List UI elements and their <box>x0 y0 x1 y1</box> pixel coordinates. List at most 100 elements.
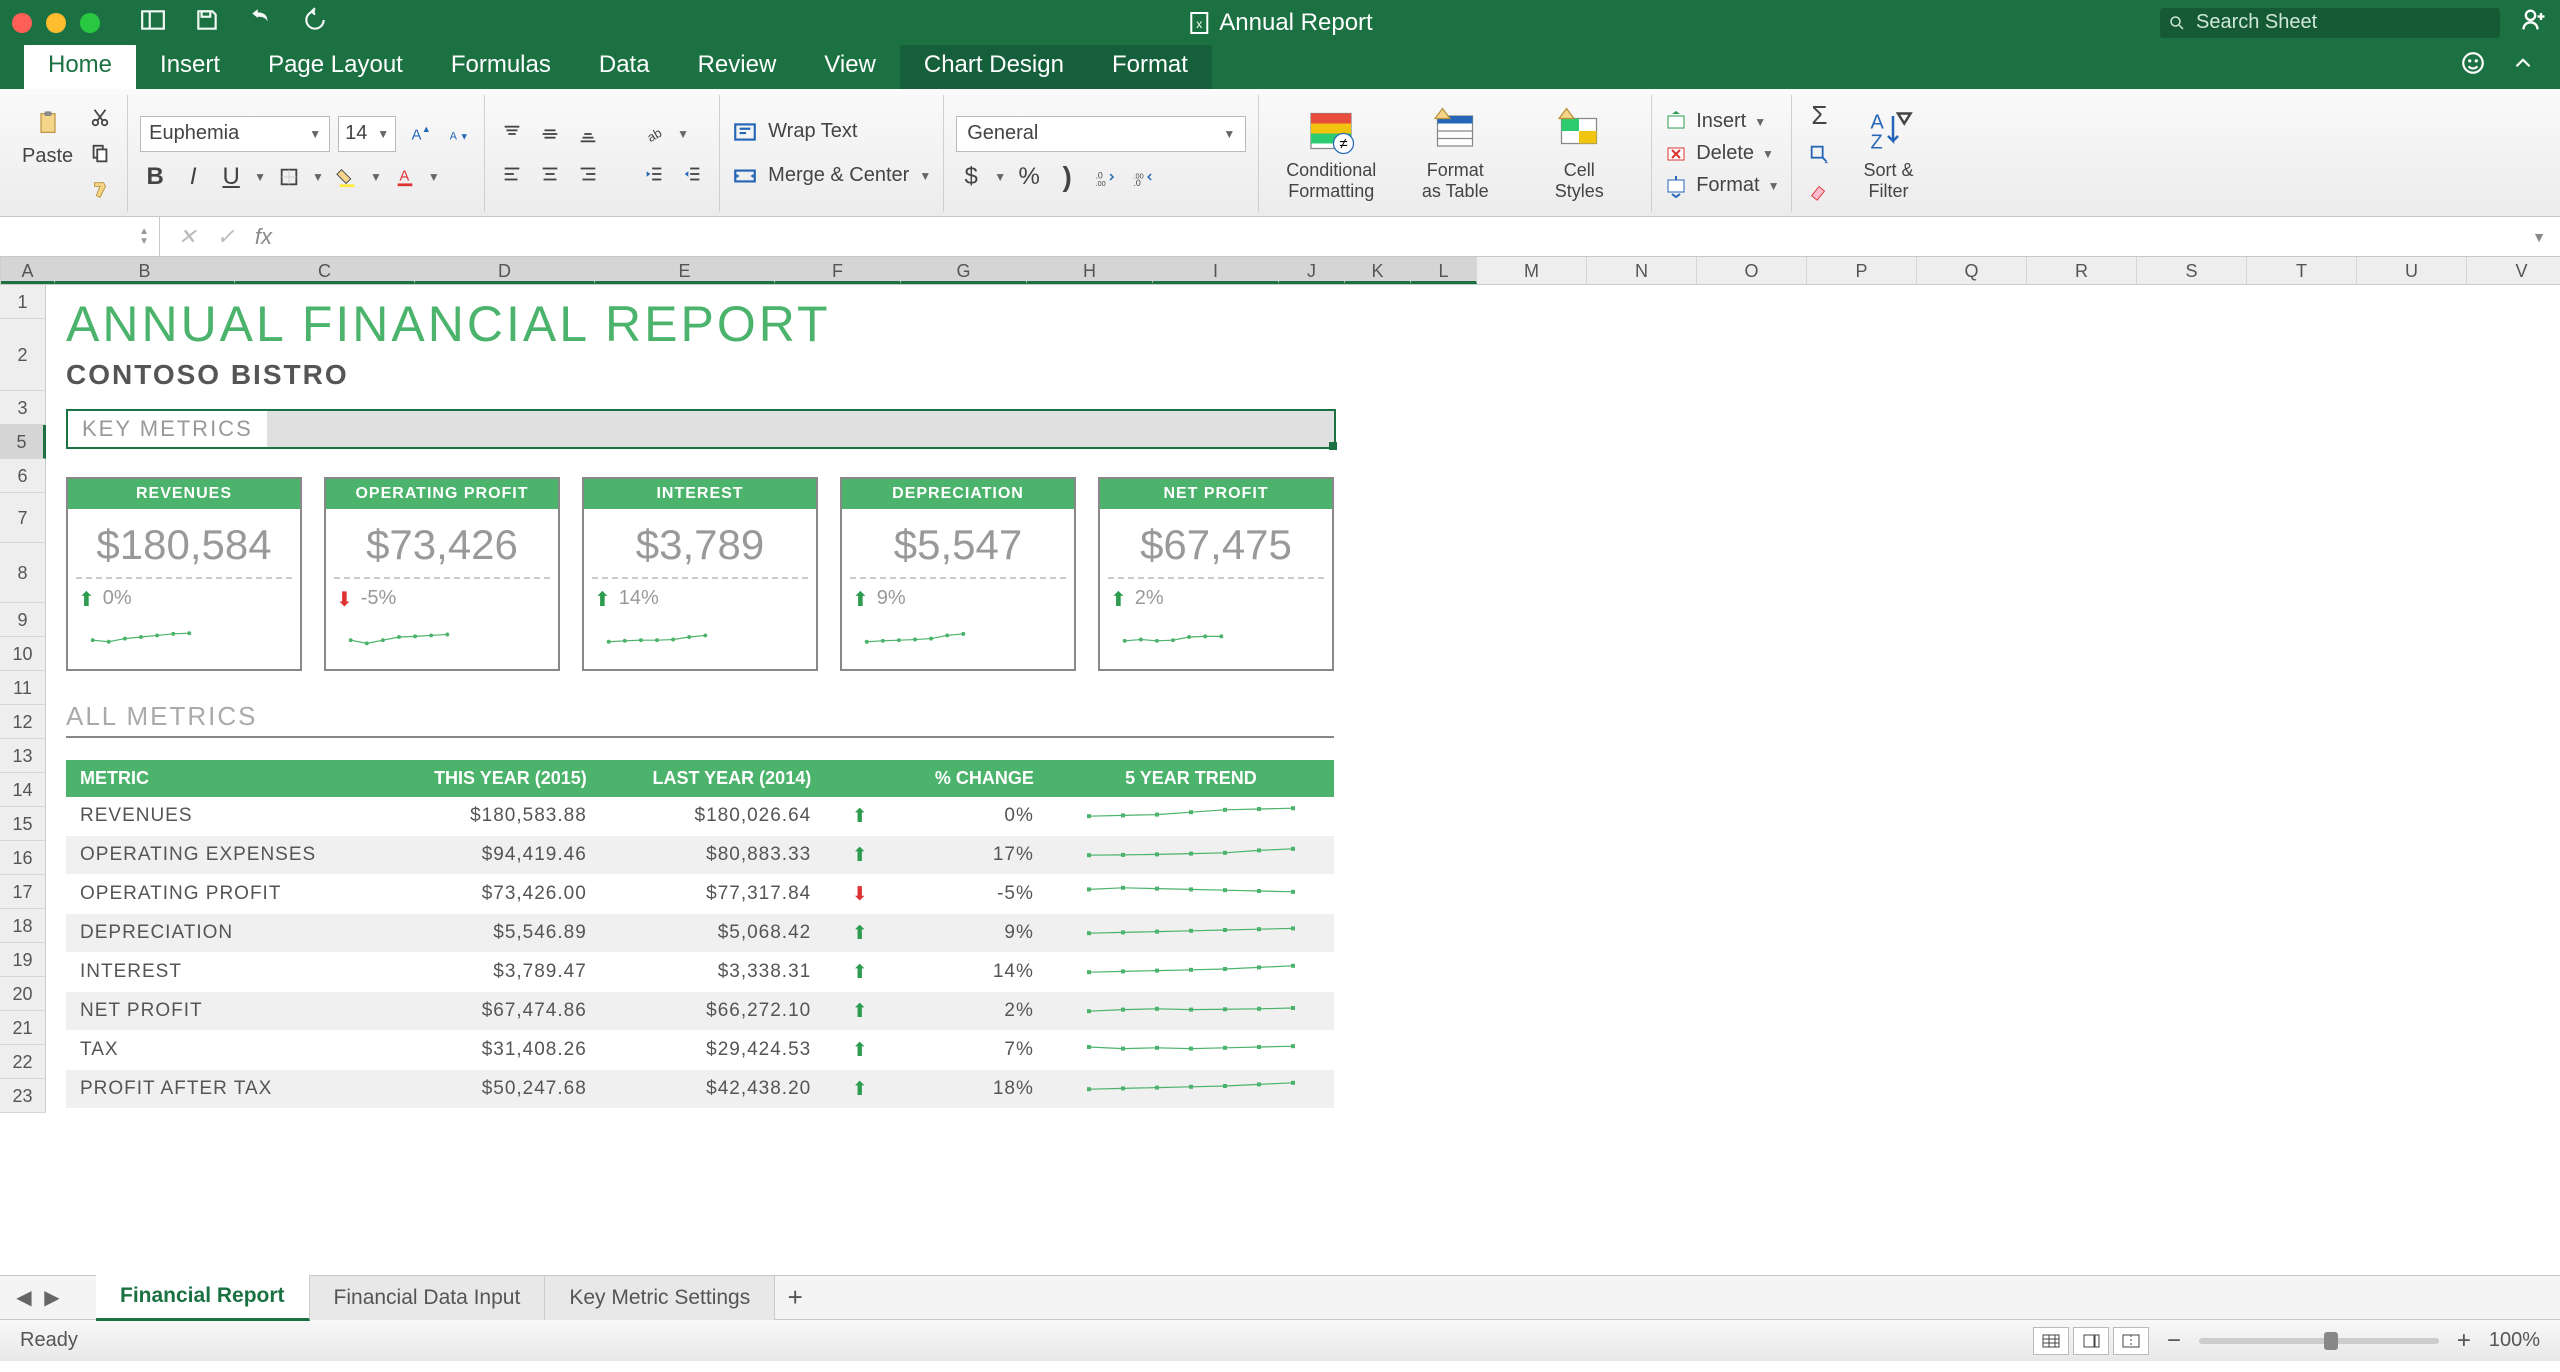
font-color-icon[interactable]: A <box>390 162 420 192</box>
tab-chart-design[interactable]: Chart Design <box>900 43 1088 89</box>
search-sheet-input[interactable] <box>2160 8 2500 38</box>
format-cells-button[interactable]: Format▼ <box>1664 174 1779 198</box>
metric-card-interest[interactable]: INTEREST $3,789 ⬆ 14% <box>582 477 818 671</box>
comma-icon[interactable]: ) <box>1052 162 1082 192</box>
row-header-23[interactable]: 23 <box>0 1079 46 1113</box>
fill-color-icon[interactable] <box>332 162 362 192</box>
tab-insert[interactable]: Insert <box>136 43 244 89</box>
add-sheet-button[interactable]: + <box>775 1282 815 1313</box>
increase-decimal-icon[interactable]: .0.00 <box>1090 162 1120 192</box>
close-window-button[interactable] <box>12 13 32 33</box>
format-as-table-button[interactable]: Format as Table <box>1395 95 1515 212</box>
row-header-14[interactable]: 14 <box>0 773 46 807</box>
column-header-I[interactable]: I <box>1153 257 1279 284</box>
expand-formula-bar-icon[interactable]: ▼ <box>2532 229 2560 245</box>
font-size-select[interactable]: 14▼ <box>338 116 396 152</box>
currency-icon[interactable]: $ <box>956 162 986 192</box>
increase-font-icon[interactable]: A▲ <box>404 119 434 149</box>
bold-icon[interactable]: B <box>140 162 170 192</box>
row-header-9[interactable]: 9 <box>0 603 46 637</box>
delete-cells-button[interactable]: Delete▼ <box>1664 142 1779 166</box>
column-header-V[interactable]: V <box>2467 257 2560 284</box>
page-layout-view-button[interactable] <box>2073 1327 2109 1355</box>
zoom-slider[interactable] <box>2199 1338 2439 1344</box>
copy-icon[interactable] <box>85 139 115 169</box>
row-header-19[interactable]: 19 <box>0 943 46 977</box>
column-header-J[interactable]: J <box>1279 257 1345 284</box>
row-header-15[interactable]: 15 <box>0 807 46 841</box>
table-row[interactable]: PROFIT AFTER TAX $50,247.68 $42,438.20 ⬆… <box>66 1070 1334 1109</box>
metric-card-net-profit[interactable]: NET PROFIT $67,475 ⬆ 2% <box>1098 477 1334 671</box>
save-icon[interactable] <box>194 7 220 38</box>
column-header-O[interactable]: O <box>1697 257 1807 284</box>
metric-card-revenues[interactable]: REVENUES $180,584 ⬆ 0% <box>66 477 302 671</box>
table-row[interactable]: DEPRECIATION $5,546.89 $5,068.42 ⬆ 9% <box>66 914 1334 953</box>
align-bottom-icon[interactable] <box>573 119 603 149</box>
column-header-R[interactable]: R <box>2027 257 2137 284</box>
fill-icon[interactable] <box>1804 139 1834 169</box>
align-left-icon[interactable] <box>497 159 527 189</box>
undo-icon[interactable] <box>248 7 274 38</box>
key-metrics-selection[interactable]: KEY METRICS <box>66 409 1336 449</box>
italic-icon[interactable]: I <box>178 162 208 192</box>
tab-data[interactable]: Data <box>575 43 674 89</box>
align-center-icon[interactable] <box>535 159 565 189</box>
redo-icon[interactable] <box>302 7 328 38</box>
row-header-18[interactable]: 18 <box>0 909 46 943</box>
autosum-icon[interactable]: Σ <box>1804 101 1834 131</box>
tab-formulas[interactable]: Formulas <box>427 43 575 89</box>
column-header-F[interactable]: F <box>775 257 901 284</box>
decrease-decimal-icon[interactable]: .00.0 <box>1128 162 1158 192</box>
search-sheet-box[interactable] <box>2160 8 2500 38</box>
row-header-8[interactable]: 8 <box>0 543 46 603</box>
column-header-Q[interactable]: Q <box>1917 257 2027 284</box>
table-row[interactable]: REVENUES $180,583.88 $180,026.64 ⬆ 0% <box>66 797 1334 836</box>
column-header-C[interactable]: C <box>235 257 415 284</box>
column-header-A[interactable]: A <box>1 257 55 284</box>
table-row[interactable]: OPERATING EXPENSES $94,419.46 $80,883.33… <box>66 836 1334 875</box>
column-header-N[interactable]: N <box>1587 257 1697 284</box>
format-painter-icon[interactable] <box>85 175 115 205</box>
row-header-21[interactable]: 21 <box>0 1011 46 1045</box>
paste-icon[interactable] <box>28 103 68 143</box>
column-header-T[interactable]: T <box>2247 257 2357 284</box>
minimize-window-button[interactable] <box>46 13 66 33</box>
align-right-icon[interactable] <box>573 159 603 189</box>
sidebar-toggle-icon[interactable] <box>140 7 166 38</box>
number-format-select[interactable]: General▼ <box>956 116 1246 152</box>
row-header-13[interactable]: 13 <box>0 739 46 773</box>
sort-filter-button[interactable]: AZSort & Filter <box>1848 106 1928 201</box>
collapse-ribbon-icon[interactable] <box>2510 50 2536 81</box>
align-top-icon[interactable] <box>497 119 527 149</box>
row-header-2[interactable]: 2 <box>0 319 46 391</box>
row-header-10[interactable]: 10 <box>0 637 46 671</box>
row-header-6[interactable]: 6 <box>0 459 46 493</box>
borders-icon[interactable] <box>274 162 304 192</box>
conditional-formatting-button[interactable]: ≠Conditional Formatting <box>1271 95 1391 212</box>
underline-icon[interactable]: U <box>216 162 246 192</box>
column-header-U[interactable]: U <box>2357 257 2467 284</box>
tab-view[interactable]: View <box>800 43 900 89</box>
align-middle-icon[interactable] <box>535 119 565 149</box>
column-header-H[interactable]: H <box>1027 257 1153 284</box>
share-icon[interactable] <box>2520 6 2548 39</box>
column-header-K[interactable]: K <box>1345 257 1411 284</box>
cancel-formula-icon[interactable]: ✕ <box>178 224 196 250</box>
page-break-view-button[interactable] <box>2113 1327 2149 1355</box>
tab-review[interactable]: Review <box>674 43 801 89</box>
column-header-L[interactable]: L <box>1411 257 1477 284</box>
table-row[interactable]: NET PROFIT $67,474.86 $66,272.10 ⬆ 2% <box>66 992 1334 1031</box>
zoom-in-button[interactable]: + <box>2457 1327 2471 1355</box>
table-row[interactable]: TAX $31,408.26 $29,424.53 ⬆ 7% <box>66 1031 1334 1070</box>
table-row[interactable]: INTEREST $3,789.47 $3,338.31 ⬆ 14% <box>66 953 1334 992</box>
insert-cells-button[interactable]: Insert▼ <box>1664 110 1779 134</box>
column-header-S[interactable]: S <box>2137 257 2247 284</box>
clear-icon[interactable] <box>1804 177 1834 207</box>
sheet-tab-financial-data-input[interactable]: Financial Data Input <box>310 1276 546 1320</box>
prev-sheet-icon[interactable]: ◀ <box>10 1284 38 1312</box>
row-header-3[interactable]: 3 <box>0 391 46 425</box>
next-sheet-icon[interactable]: ▶ <box>38 1284 66 1312</box>
table-row[interactable]: OPERATING PROFIT $73,426.00 $77,317.84 ⬇… <box>66 875 1334 914</box>
borders-dropdown[interactable]: ▼ <box>312 170 324 184</box>
row-header-22[interactable]: 22 <box>0 1045 46 1079</box>
